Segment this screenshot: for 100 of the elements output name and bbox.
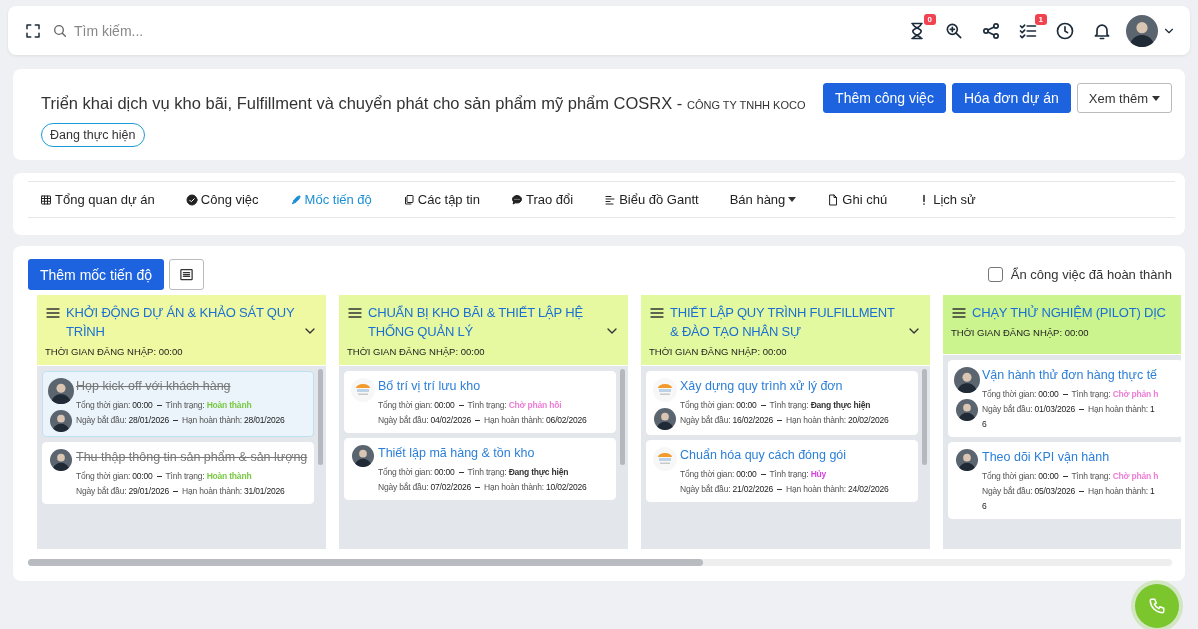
more-dropdown[interactable]: Xem thêm bbox=[1076, 83, 1172, 113]
expand-icon[interactable] bbox=[24, 21, 42, 40]
horizontal-scrollbar[interactable] bbox=[28, 559, 1172, 566]
field-value: Chờ phản h bbox=[1112, 389, 1159, 399]
check-circle-icon bbox=[185, 193, 198, 206]
chat-icon bbox=[510, 193, 523, 206]
avatar bbox=[956, 399, 978, 421]
task-card[interactable]: Bố trí vị trí lưu kho Tổng thời gian: 00:00 Tình trạng: Chờ phản hồi Ngày bắt đầu: 04/02/2026 Hạn hoàn thành: 06/02/2026 bbox=[344, 371, 616, 433]
menu-icon[interactable] bbox=[347, 305, 363, 321]
field-value: 06/02/2026 bbox=[546, 415, 587, 425]
scrollbar[interactable] bbox=[922, 369, 927, 465]
field-value: Hủy bbox=[810, 469, 827, 479]
task-card[interactable]: Chuẩn hóa quy cách đóng gói Tổng thời gian: 00:00 Tình trạng: Hủy Ngày bắt đầu: 21/02/2026 Hạn hoàn thành: 24/02/2026 bbox=[646, 440, 918, 502]
logo-icon bbox=[653, 378, 677, 402]
scrollbar[interactable] bbox=[620, 369, 625, 465]
task-title[interactable]: Vận hành thử đơn hàng thực tế bbox=[982, 366, 1178, 384]
field-label: Tình trạng: bbox=[165, 471, 205, 481]
field-label: Ngày bắt đầu: bbox=[982, 486, 1033, 496]
search-field[interactable]: Tìm kiếm... bbox=[72, 21, 296, 40]
caret-icon bbox=[788, 197, 797, 202]
field-value: 00:00 bbox=[736, 400, 757, 410]
tab[interactable]: Các tập tin bbox=[402, 192, 480, 207]
menu-icon[interactable] bbox=[45, 305, 61, 321]
field-label: Tình trạng: bbox=[769, 469, 809, 479]
tab[interactable]: Bán hàng bbox=[729, 192, 797, 207]
field-label: Tổng thời gian: bbox=[982, 471, 1037, 481]
caret-icon bbox=[1152, 95, 1160, 101]
field-value: 01/03/2026 bbox=[1034, 404, 1076, 414]
checkbox[interactable] bbox=[987, 267, 1003, 282]
task-title[interactable]: Thiết lập mã hàng & tồn kho bbox=[378, 444, 611, 462]
menu-icon[interactable] bbox=[951, 305, 967, 321]
tab[interactable]: Ghi chú bbox=[827, 192, 888, 207]
field-value: 28/01/2026 bbox=[128, 415, 170, 425]
tab[interactable]: Trao đổi bbox=[510, 192, 574, 207]
field-value: 00:00 bbox=[1038, 389, 1059, 399]
field-value: Đang thực hiện bbox=[508, 467, 569, 477]
avatar bbox=[50, 449, 72, 471]
field-value: 00:00 bbox=[132, 400, 153, 410]
tab[interactable]: Lịch sử bbox=[918, 192, 976, 207]
tab[interactable]: Biểu đồ Gantt bbox=[604, 192, 699, 207]
field-label: Ngày bắt đầu: bbox=[76, 486, 127, 496]
field-label: Hạn hoàn thành: bbox=[1088, 404, 1148, 414]
tab[interactable]: Tổng quan dự án bbox=[40, 192, 155, 207]
field-value: Hoàn thành bbox=[206, 471, 252, 481]
clock-icon[interactable] bbox=[1055, 20, 1075, 41]
field-label: Tình trạng: bbox=[769, 400, 809, 410]
phone-icon bbox=[1148, 597, 1166, 615]
field-label: Hạn hoàn thành: bbox=[484, 415, 544, 425]
task-title[interactable]: Theo dõi KPI vận hành bbox=[982, 448, 1178, 466]
avatar bbox=[954, 367, 980, 393]
field-value: 6 bbox=[982, 419, 987, 429]
field-value: Chờ phản h bbox=[1112, 471, 1159, 481]
task-card[interactable]: Thu thập thông tin sản phẩm & sản lượng Tổng thời gian: 00:00 Tình trạng: Hoàn thành Ngày bắt đầu: 29/01/2026 Hạn hoàn thành: 31/01/2026 bbox=[42, 442, 314, 504]
scrollbar[interactable] bbox=[318, 369, 323, 465]
action-button[interactable]: Thêm công việc bbox=[823, 83, 946, 113]
field-value: 6 bbox=[982, 501, 987, 511]
task-title[interactable]: Họp kick-off với khách hàng bbox=[76, 377, 309, 395]
field-value: 29/01/2026 bbox=[128, 486, 170, 496]
add-milestone-button[interactable]: Thêm mốc tiến độ bbox=[28, 259, 165, 290]
project-title: Triển khai dịch vụ kho bãi, Fulfillment và chuyển phát cho sản phẩm mỹ phẩm COSRX - CÔNG TY TNHH KOCO bbox=[41, 93, 807, 114]
field-label: Hạn hoàn thành: bbox=[786, 484, 846, 494]
scrollbar-thumb[interactable] bbox=[28, 559, 703, 566]
field-value: 07/02/2026 bbox=[430, 482, 472, 492]
task-title[interactable]: Bố trí vị trí lưu kho bbox=[378, 377, 611, 395]
task-card[interactable]: Thiết lập mã hàng & tồn kho Tổng thời gian: 00:00 Tình trạng: Đang thực hiện Ngày bắt đầu: 07/02/2026 Hạn hoàn thành: 10/02/2026 bbox=[344, 438, 616, 500]
field-label: Tổng thời gian: bbox=[680, 469, 735, 479]
task-card[interactable]: Theo dõi KPI vận hành Tổng thời gian: 00:00 Tình trạng: Chờ phản h Ngày bắt đầu: 05/03/2026 Hạn hoàn thành: 1 6 bbox=[948, 442, 1181, 519]
task-card[interactable]: Họp kick-off với khách hàng Tổng thời gian: 00:00 Tình trạng: Hoàn thành Ngày bắt đầu: 28/01/2026 Hạn hoàn thành: 28/01/2026 bbox=[42, 371, 314, 437]
tab[interactable]: Mốc tiến độ bbox=[289, 192, 372, 207]
field-value: 1 bbox=[1150, 404, 1155, 414]
task-card[interactable]: Xây dựng quy trình xử lý đơn Tổng thời gian: 00:00 Tình trạng: Đang thực hiện Ngày bắt đầu: 16/02/2026 Hạn hoàn thành: 20/02/2026 bbox=[646, 371, 918, 435]
logo-icon bbox=[351, 378, 375, 402]
share-icon[interactable] bbox=[981, 20, 1001, 41]
field-label: Tình trạng: bbox=[165, 400, 205, 410]
field-value: 24/02/2026 bbox=[848, 484, 889, 494]
field-label: Ngày bắt đầu: bbox=[378, 482, 429, 492]
task-title[interactable]: Thu thập thông tin sản phẩm & sản lượng bbox=[76, 448, 309, 466]
avatar bbox=[956, 449, 978, 471]
column-title: CHUẨN BỊ KHO BÃI & THIẾT LẬP HỆ THỐNG QUẢN LÝ bbox=[368, 304, 584, 341]
search-icon bbox=[52, 22, 68, 39]
field-label: Ngày bắt đầu: bbox=[680, 484, 731, 494]
task-card[interactable]: Vận hành thử đơn hàng thực tế Tổng thời gian: 00:00 Tình trạng: Chờ phản h Ngày bắt đầu: 01/03/2026 Hạn hoàn thành: 1 6 bbox=[948, 360, 1181, 437]
field-value: 31/01/2026 bbox=[244, 486, 285, 496]
action-button[interactable]: Hóa đơn dự án bbox=[951, 83, 1071, 113]
field-value: 1 bbox=[1150, 486, 1155, 496]
field-value: 10/02/2026 bbox=[546, 482, 587, 492]
task-title[interactable]: Xây dựng quy trình xử lý đơn bbox=[680, 377, 913, 395]
menu-icon[interactable] bbox=[649, 305, 665, 321]
tab[interactable]: Công việc bbox=[185, 192, 259, 207]
field-label: Tình trạng: bbox=[467, 467, 507, 477]
field-value: 00:00 bbox=[132, 471, 153, 481]
field-value: 04/02/2026 bbox=[430, 415, 472, 425]
field-label: Hạn hoàn thành: bbox=[182, 415, 242, 425]
field-value: Chờ phản hồi bbox=[508, 400, 562, 410]
task-title[interactable]: Chuẩn hóa quy cách đóng gói bbox=[680, 446, 913, 464]
field-label: Hạn hoàn thành: bbox=[786, 415, 846, 425]
avatar bbox=[654, 408, 676, 430]
gantt-icon bbox=[604, 193, 617, 206]
user-avatar[interactable] bbox=[1126, 14, 1158, 47]
list-view-button[interactable] bbox=[169, 259, 205, 290]
